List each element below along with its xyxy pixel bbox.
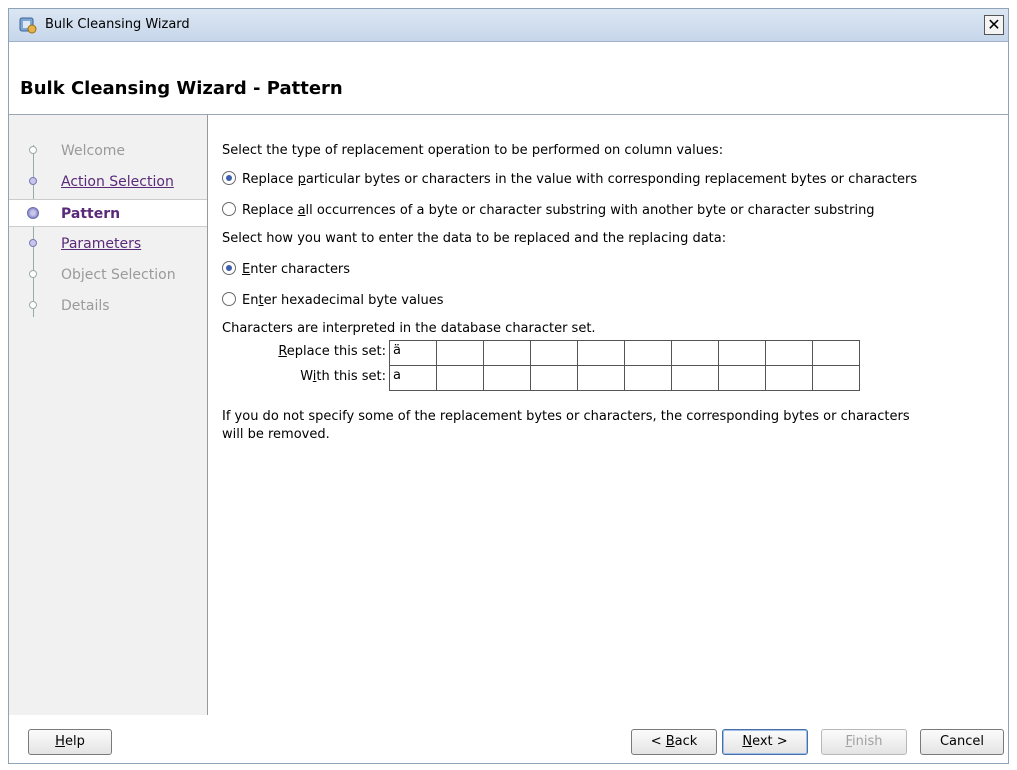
op-replace-all-radio[interactable]: Replace all occurrences of a byte or cha… [222, 202, 875, 218]
replace-set-label: Replace this set: [278, 344, 386, 359]
step-label[interactable]: Action Selection [61, 174, 174, 190]
removal-note-line-2: will be removed. [222, 427, 330, 442]
replace-cell[interactable] [671, 340, 719, 366]
cancel-button[interactable]: Cancel [920, 729, 1004, 755]
step-pattern: Pattern [9, 199, 207, 227]
wizard-window: Bulk Cleansing Wizard ✕ Bulk Cleansing W… [8, 8, 1009, 764]
step-label: Pattern [61, 206, 121, 222]
close-button[interactable]: ✕ [984, 15, 1004, 35]
step-parameters[interactable]: Parameters [9, 230, 207, 258]
replace-cell[interactable] [812, 340, 860, 366]
step-label: Object Selection [61, 267, 176, 283]
radio-unchecked-icon[interactable] [222, 292, 236, 306]
close-icon: ✕ [987, 15, 1001, 34]
with-cell[interactable] [718, 365, 766, 391]
with-cell[interactable] [530, 365, 578, 391]
op-replace-particular-radio[interactable]: Replace particular bytes or characters i… [222, 171, 917, 187]
step-current-icon [27, 207, 39, 219]
entry-characters-radio[interactable]: Enter characters [222, 261, 350, 277]
step-label[interactable]: Parameters [61, 236, 141, 252]
wizard-header: Bulk Cleansing Wizard - Pattern [9, 42, 1008, 115]
next-button[interactable]: Next > [722, 729, 808, 755]
step-label: Welcome [61, 143, 126, 159]
wizard-steps: Welcome Action Selection Pattern Paramet… [9, 115, 208, 715]
entry-hex-radio[interactable]: Enter hexadecimal byte values [222, 292, 444, 308]
step-marker-icon [29, 239, 37, 247]
replace-cell[interactable] [765, 340, 813, 366]
replace-cell[interactable] [530, 340, 578, 366]
step-marker-icon [29, 270, 37, 278]
removal-note-line-1: If you do not specify some of the replac… [222, 409, 910, 424]
wizard-footer: Help < Back Next > Finish Cancel [9, 713, 1008, 763]
with-cell[interactable] [577, 365, 625, 391]
step-marker-icon [29, 301, 37, 309]
with-cell[interactable] [624, 365, 672, 391]
replace-cell[interactable] [577, 340, 625, 366]
step-action-selection[interactable]: Action Selection [9, 168, 207, 196]
with-cell[interactable] [483, 365, 531, 391]
step-label: Details [61, 298, 110, 314]
title-bar: Bulk Cleansing Wizard ✕ [9, 9, 1008, 42]
replace-cell[interactable]: ä [389, 340, 437, 366]
back-button[interactable]: < Back [631, 729, 717, 755]
radio-checked-icon[interactable] [222, 171, 236, 185]
step-details: Details [9, 292, 207, 320]
replace-cell[interactable] [436, 340, 484, 366]
help-button[interactable]: Help [28, 729, 112, 755]
with-cell[interactable]: a [389, 365, 437, 391]
replace-cell[interactable] [718, 340, 766, 366]
window-title: Bulk Cleansing Wizard [45, 17, 190, 32]
with-cell[interactable] [765, 365, 813, 391]
with-cell[interactable] [671, 365, 719, 391]
with-cell[interactable] [812, 365, 860, 391]
app-icon [19, 16, 37, 34]
page-title: Bulk Cleansing Wizard - Pattern [20, 78, 343, 99]
step-marker-icon [29, 146, 37, 154]
with-set-label: With this set: [300, 369, 386, 384]
step-object-selection: Object Selection [9, 261, 207, 289]
finish-button: Finish [821, 729, 907, 755]
radio-unchecked-icon[interactable] [222, 202, 236, 216]
operation-prompt: Select the type of replacement operation… [222, 143, 724, 158]
replace-cell[interactable] [624, 340, 672, 366]
with-cell[interactable] [436, 365, 484, 391]
entry-prompt: Select how you want to enter the data to… [222, 231, 727, 246]
step-marker-icon [29, 177, 37, 185]
step-welcome: Welcome [9, 137, 207, 165]
radio-checked-icon[interactable] [222, 261, 236, 275]
replace-cell[interactable] [483, 340, 531, 366]
charset-note: Characters are interpreted in the databa… [222, 321, 596, 336]
